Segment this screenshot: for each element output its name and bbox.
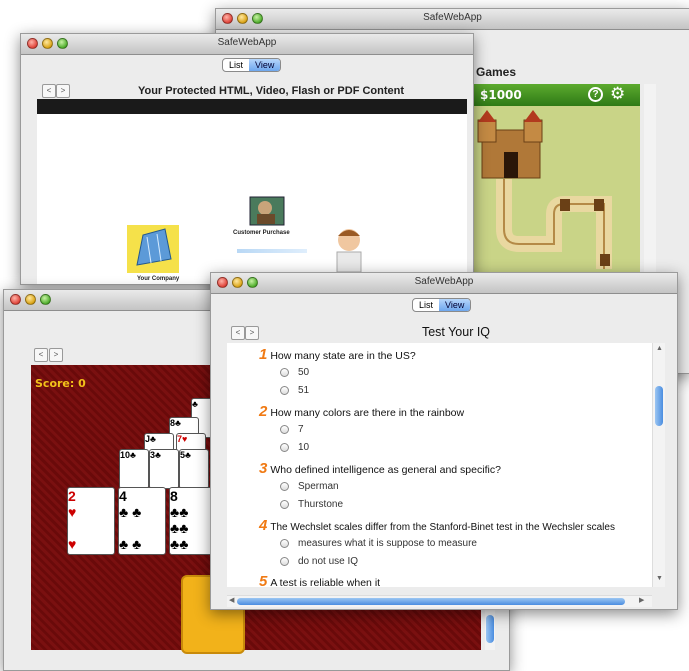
gear-icon[interactable]: ⚙ [610,85,625,103]
window-title: SafeWebApp [423,12,482,23]
customer-label: Customer Purchase [233,230,290,236]
back-button[interactable]: < [231,326,245,340]
zoom-icon[interactable] [40,294,51,305]
content-area: Customer Purchase Your Company [37,99,467,284]
card-row4-a[interactable]: 10♣ [119,449,149,489]
forward-button[interactable]: > [56,84,70,98]
answer-option[interactable]: Thurstone [280,499,343,510]
question-4: 4 The Wechslet scales differ from the Sta… [259,517,615,534]
card-row4-b[interactable]: 3♣ [149,449,179,489]
scroll-thumb[interactable] [237,598,625,605]
card-club-4[interactable]: 4 ♣ ♣ ♣ ♣ [118,487,166,555]
titlebar: SafeWebApp [21,34,473,55]
answer-option[interactable]: Sperman [280,481,339,492]
company-image [127,225,179,273]
black-banner [37,99,467,114]
close-icon[interactable] [10,294,21,305]
question-3: 3 Who defined intelligence as general and… [259,460,501,477]
scroll-thumb[interactable] [486,615,494,643]
radio-button[interactable] [280,425,289,434]
radio-button[interactable] [280,386,289,395]
path-track [496,179,612,269]
radio-button[interactable] [280,539,289,548]
forward-button[interactable]: > [49,348,63,362]
question-2: 2 How many colors are there in the rainbo… [259,403,465,420]
iq-window: SafeWebApp List View < > Test Your IQ 1H… [210,272,678,610]
view-tab[interactable]: View [249,59,281,71]
window-title: SafeWebApp [414,276,474,287]
radio-button[interactable] [280,557,289,566]
card-row4-c[interactable]: 5♣ [179,449,209,489]
answer-option[interactable]: 10 [280,442,309,453]
card-heart-2[interactable]: 2 ♥ ♥ [67,487,115,555]
titlebar: SafeWebApp [216,9,689,30]
question-1: 1 How many state are in the US? [259,346,416,363]
page-title: Your Protected HTML, Video, Flash or PDF… [137,85,405,97]
forward-button[interactable]: > [245,326,259,340]
scroll-left-arrow-icon[interactable]: ◀ [229,596,234,604]
scroll-right-arrow-icon[interactable]: ▶ [639,596,644,604]
window-controls [10,294,51,305]
window-title: SafeWebApp [217,37,277,48]
vertical-scrollbar[interactable]: ▲ ▼ [652,343,665,587]
radio-button[interactable] [280,482,289,491]
answer-option[interactable]: measures what it is suppose to measure [280,538,477,549]
money-label: $1000 [480,88,522,102]
titlebar: SafeWebApp [211,273,677,294]
answer-option[interactable]: 51 [280,385,309,396]
list-tab[interactable]: List [413,299,439,311]
scroll-down-arrow-icon[interactable]: ▼ [656,575,663,582]
scroll-thumb[interactable] [655,386,663,426]
radio-button[interactable] [280,368,289,377]
scroll-up-arrow-icon[interactable]: ▲ [656,345,663,352]
customer-icon [249,196,285,226]
score-label: Score: 0 [35,377,86,390]
horizontal-scrollbar[interactable]: ◀ ▶ [227,595,652,607]
answer-option[interactable]: do not use IQ [280,556,358,567]
question-5: 5A test is reliable when it [259,573,381,590]
view-toggle: List View [412,298,472,312]
page-title: Test Your IQ [421,325,491,339]
view-toggle: List View [222,58,282,72]
arrow-graphic [237,249,307,253]
back-button[interactable]: < [34,348,48,362]
radio-button[interactable] [280,500,289,509]
person-image [336,229,362,272]
radio-button[interactable] [280,443,289,452]
list-tab[interactable]: List [223,59,249,71]
page-title: Games [476,65,517,79]
company-label: Your Company [137,276,180,282]
content-window: SafeWebApp List View < > Your Protected … [20,33,474,285]
back-button[interactable]: < [42,84,56,98]
view-tab[interactable]: View [439,299,471,311]
minimize-icon[interactable] [25,294,36,305]
answer-option[interactable]: 7 [280,424,304,435]
quiz-content: 1 How many state are in the US? 50 51 2 Ho… [227,343,652,590]
game-area[interactable]: $1000 ? ⚙ [474,84,640,279]
game-scrollbar[interactable] [644,84,656,279]
help-icon[interactable]: ? [588,87,603,102]
answer-option[interactable]: 50 [280,367,309,378]
